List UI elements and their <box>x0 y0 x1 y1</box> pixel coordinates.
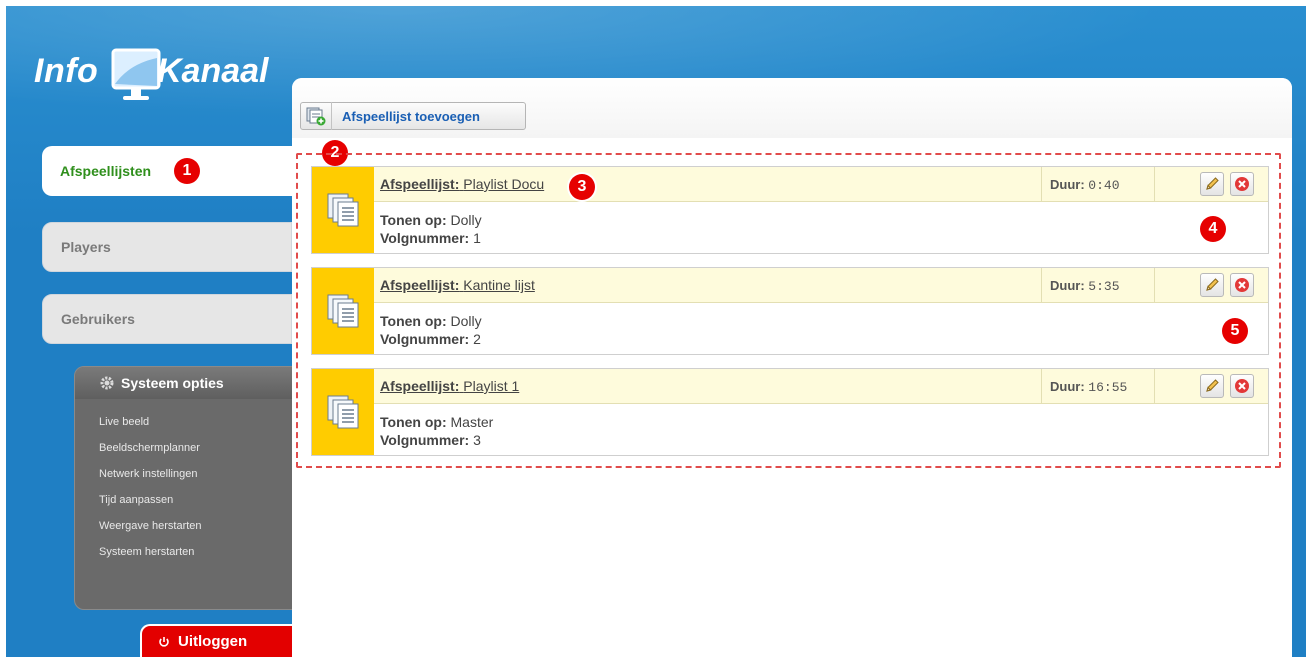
step-badge-1: 1 <box>174 158 200 184</box>
nav-tab-label: Players <box>61 239 111 255</box>
duration: Duur: 0:40 <box>1050 177 1120 193</box>
playlist-icon <box>312 268 374 354</box>
playlist-details: Tonen op: Dolly Volgnummer: 1 <box>380 211 482 247</box>
system-option-beeldschermplanner[interactable]: Beeldschermplanner <box>99 435 299 461</box>
duration-cell: Duur: 5:35 <box>1041 268 1155 302</box>
nav-tab-players[interactable]: Players <box>42 222 292 272</box>
playlist-title-link[interactable]: Afspeellijst: Playlist Docu <box>380 176 544 192</box>
duration: Duur: 5:35 <box>1050 278 1120 294</box>
pencil-icon <box>1206 278 1219 291</box>
delete-icon <box>1235 278 1249 292</box>
logo-text-kanaal: Kanaal <box>157 52 269 90</box>
playlist-label: Afspeellijst: <box>380 176 460 192</box>
playlist-label: Afspeellijst: <box>380 277 460 293</box>
system-options-list: Live beeld Beeldschermplanner Netwerk in… <box>75 399 299 565</box>
playlist-row: Afspeellijst: Playlist Docu Duur: 0:40 T… <box>311 166 1269 254</box>
pencil-icon <box>1206 379 1219 392</box>
add-playlist-icon <box>301 102 332 130</box>
logout-button[interactable]: Uitloggen <box>140 624 300 657</box>
duration-label: Duur: <box>1050 379 1085 394</box>
delete-button[interactable] <box>1230 374 1254 398</box>
shown-on-value: Dolly <box>450 313 482 329</box>
system-option-live-beeld[interactable]: Live beeld <box>99 409 299 435</box>
shown-on-value: Master <box>450 414 494 430</box>
playlist-details: Tonen op: Dolly Volgnummer: 2 <box>380 312 482 348</box>
playlist-header: Afspeellijst: Kantine lijst Duur: 5:35 <box>374 268 1268 303</box>
step-badge-5: 5 <box>1222 318 1248 344</box>
playlist-details: Tonen op: Master Volgnummer: 3 <box>380 413 493 449</box>
system-option-weergave-herstarten[interactable]: Weergave herstarten <box>99 513 299 539</box>
nav-tab-gebruikers[interactable]: Gebruikers <box>42 294 292 344</box>
edit-button[interactable] <box>1200 172 1224 196</box>
playlist-name: Kantine lijst <box>463 277 535 293</box>
app-window: Info Kanaal Afspeellijsten ➜ 1 Players G… <box>6 6 1306 657</box>
logo-text-info: Info <box>34 52 99 90</box>
sequence-label: Volgnummer: <box>380 331 470 347</box>
main-content: Afspeellijst toevoegen 2 Afspeellijst: P… <box>292 78 1292 657</box>
sequence-value: 1 <box>473 230 481 246</box>
sequence-value: 2 <box>473 331 481 347</box>
duration-label: Duur: <box>1050 278 1085 293</box>
logout-label: Uitloggen <box>178 633 248 650</box>
playlist-name: Playlist Docu <box>463 176 545 192</box>
logo: Info Kanaal <box>34 44 284 100</box>
system-options-panel: Systeem opties Live beeld Beeldschermpla… <box>74 366 300 610</box>
playlist-icon <box>312 167 374 253</box>
duration-value: 16:55 <box>1088 380 1128 395</box>
sequence-label: Volgnummer: <box>380 230 470 246</box>
add-playlist-label: Afspeellijst toevoegen <box>342 108 480 124</box>
playlist-header: Afspeellijst: Playlist 1 Duur: 16:55 <box>374 369 1268 404</box>
edit-button[interactable] <box>1200 273 1224 297</box>
shown-on-line: Tonen op: Master <box>380 413 493 431</box>
delete-button[interactable] <box>1230 273 1254 297</box>
edit-button[interactable] <box>1200 374 1224 398</box>
shown-on-label: Tonen op: <box>380 414 447 430</box>
playlist-row: Afspeellijst: Kantine lijst Duur: 5:35 T… <box>311 267 1269 355</box>
delete-icon <box>1235 177 1249 191</box>
playlist-label: Afspeellijst: <box>380 378 460 394</box>
sequence-line: Volgnummer: 1 <box>380 229 482 247</box>
add-playlist-button[interactable]: Afspeellijst toevoegen <box>300 102 526 130</box>
gear-icon <box>100 376 114 390</box>
shown-on-value: Dolly <box>450 212 482 228</box>
playlist-icon <box>312 369 374 455</box>
sequence-label: Volgnummer: <box>380 432 470 448</box>
duration-label: Duur: <box>1050 177 1085 192</box>
duration: Duur: 16:55 <box>1050 379 1127 395</box>
duration-cell: Duur: 0:40 <box>1041 167 1155 201</box>
playlist-title-link[interactable]: Afspeellijst: Playlist 1 <box>380 378 519 394</box>
playlist-name: Playlist 1 <box>463 378 520 394</box>
duration-value: 0:40 <box>1088 178 1120 193</box>
playlist-header: Afspeellijst: Playlist Docu Duur: 0:40 <box>374 167 1268 202</box>
nav-tab-afspeellijsten[interactable]: Afspeellijsten ➜ <box>42 146 322 196</box>
playlist-title-link[interactable]: Afspeellijst: Kantine lijst <box>380 277 535 293</box>
sequence-line: Volgnummer: 2 <box>380 330 482 348</box>
duration-cell: Duur: 16:55 <box>1041 369 1155 403</box>
system-option-netwerk[interactable]: Netwerk instellingen <box>99 461 299 487</box>
pencil-icon <box>1206 177 1219 190</box>
sequence-value: 3 <box>473 432 481 448</box>
shown-on-label: Tonen op: <box>380 313 447 329</box>
nav-tab-label: Gebruikers <box>61 311 135 327</box>
duration-value: 5:35 <box>1088 279 1120 294</box>
playlist-row: Afspeellijst: Playlist 1 Duur: 16:55 Ton… <box>311 368 1269 456</box>
system-options-header: Systeem opties <box>75 367 299 399</box>
delete-button[interactable] <box>1230 172 1254 196</box>
sequence-line: Volgnummer: 3 <box>380 431 493 449</box>
power-icon <box>159 636 169 647</box>
shown-on-label: Tonen op: <box>380 212 447 228</box>
shown-on-line: Tonen op: Dolly <box>380 312 482 330</box>
step-badge-3: 3 <box>569 174 595 200</box>
shown-on-line: Tonen op: Dolly <box>380 211 482 229</box>
delete-icon <box>1235 379 1249 393</box>
system-option-tijd[interactable]: Tijd aanpassen <box>99 487 299 513</box>
system-options-title: Systeem opties <box>121 375 224 391</box>
system-option-systeem-herstarten[interactable]: Systeem herstarten <box>99 539 299 565</box>
nav-tab-label: Afspeellijsten <box>60 163 152 179</box>
step-badge-4: 4 <box>1200 216 1226 242</box>
